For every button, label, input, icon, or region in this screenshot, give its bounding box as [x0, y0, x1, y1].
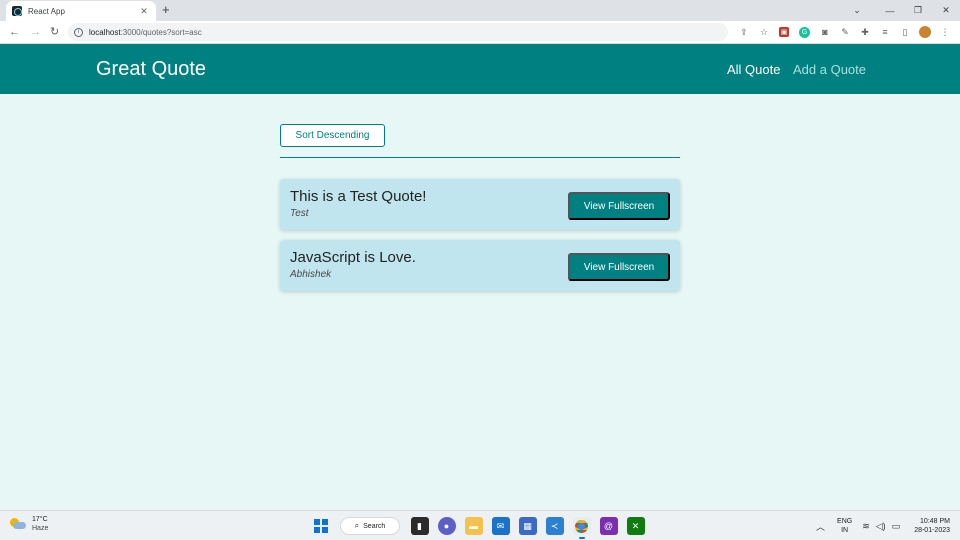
back-icon[interactable]: ←	[9, 25, 20, 39]
clock[interactable]: 10:48 PM 28-01-2023	[914, 517, 950, 535]
app-logo: Great Quote	[96, 58, 207, 80]
view-fullscreen-button[interactable]: View Fullscreen	[568, 192, 670, 220]
battery-icon[interactable]: ▭	[892, 521, 901, 532]
site-info-icon[interactable]: i	[74, 27, 83, 37]
wifi-icon[interactable]: ≋	[862, 521, 870, 532]
url-host: localhost	[89, 27, 121, 37]
weather-temp: 17°C	[32, 516, 48, 523]
lang-top: ENG	[837, 518, 853, 525]
reload-icon[interactable]: ↻	[50, 25, 59, 39]
react-favicon-icon	[12, 6, 22, 16]
close-tab-icon[interactable]: ✕	[138, 6, 150, 17]
extension-red-icon[interactable]: ▣	[779, 27, 789, 37]
quote-author: Test	[290, 208, 309, 219]
teams-chat-icon[interactable]: ●	[437, 517, 456, 535]
taskbar-apps: ⌕ Search ▮ ● ▬ ✉ ▦ ≺ @ ✕	[314, 516, 649, 539]
address-bar[interactable]: i localhost:3000/quotes?sort=asc	[68, 23, 728, 41]
system-tray: ︿ ENG IN ≋ ◁) ▭ 10:48 PM 28-01-2023	[816, 516, 950, 536]
share-icon[interactable]: ⇪	[734, 25, 754, 39]
quote-text: JavaScript is Love.	[290, 249, 416, 266]
app-purple-icon[interactable]: @	[599, 517, 618, 535]
browser-toolbar: ← → ↻ i localhost:3000/quotes?sort=asc ⇪…	[0, 21, 960, 44]
grammarly-icon[interactable]: G	[799, 26, 810, 38]
extension-toolbar: ⇪ ☆ ▣ G ◙ ✎ ✚ ≡ ▯ ⋮	[734, 25, 955, 39]
divider	[280, 157, 680, 158]
language-indicator[interactable]: ENG IN	[837, 517, 852, 535]
weather-haze-icon	[10, 518, 26, 530]
window-controls: ⌄ — ❐ ✕	[842, 0, 960, 21]
new-tab-button[interactable]: +	[162, 3, 170, 17]
extension-icon[interactable]: ✎	[835, 25, 855, 39]
search-label: Search	[363, 522, 386, 530]
taskbar-search[interactable]: ⌕ Search	[340, 517, 400, 535]
profile-avatar[interactable]	[919, 26, 931, 38]
url-text: localhost:3000/quotes?sort=asc	[89, 28, 202, 37]
xbox-icon[interactable]: ✕	[626, 517, 645, 535]
nav-add-quote[interactable]: Add a Quote	[793, 62, 866, 77]
task-view-icon[interactable]: ▮	[410, 517, 429, 535]
close-window-icon[interactable]: ✕	[932, 5, 960, 16]
show-hidden-icons[interactable]: ︿	[816, 520, 825, 533]
forward-icon[interactable]: →	[30, 25, 41, 39]
clock-time: 10:48 PM	[920, 518, 950, 525]
view-fullscreen-button[interactable]: View Fullscreen	[568, 253, 670, 281]
nav-all-quotes[interactable]: All Quote	[727, 62, 780, 77]
store-icon[interactable]: ▦	[518, 517, 537, 535]
url-path: :3000/quotes?sort=asc	[120, 27, 202, 37]
chrome-icon[interactable]	[572, 517, 591, 539]
mail-icon[interactable]: ✉	[491, 517, 510, 535]
windows-start-icon[interactable]	[314, 519, 328, 533]
weather-condition: Haze	[32, 525, 49, 532]
puzzle-icon[interactable]: ✚	[855, 25, 875, 39]
tab-title: React App	[28, 6, 65, 16]
quote-card: This is a Test Quote! Test View Fullscre…	[280, 179, 680, 230]
clock-date: 28-01-2023	[914, 527, 950, 534]
lang-bottom: IN	[841, 527, 849, 534]
quote-text: This is a Test Quote!	[290, 188, 427, 205]
bookmark-star-icon[interactable]: ☆	[754, 25, 774, 39]
side-panel-icon[interactable]: ▯	[895, 25, 915, 39]
quote-author: Abhishek	[290, 269, 332, 280]
tab-search-icon[interactable]: ⌄	[842, 5, 872, 16]
file-explorer-icon[interactable]: ▬	[464, 517, 483, 535]
restore-icon[interactable]: ❐	[904, 5, 932, 16]
reading-list-icon[interactable]: ≡	[875, 25, 895, 39]
menu-dots-icon[interactable]: ⋮	[935, 25, 955, 39]
sort-button[interactable]: Sort Descending	[280, 124, 385, 147]
taskbar: 17°C Haze ⌕ Search ▮ ● ▬ ✉ ▦ ≺ @ ✕ ︿ ENG…	[0, 510, 960, 540]
weather-widget[interactable]: 17°C Haze	[10, 515, 48, 533]
app-header: Great Quote All Quote Add a Quote	[0, 44, 960, 94]
vscode-icon[interactable]: ≺	[545, 517, 564, 535]
quote-card: JavaScript is Love. Abhishek View Fullsc…	[280, 240, 680, 291]
browser-tab[interactable]: React App ✕	[6, 1, 156, 21]
volume-icon[interactable]: ◁)	[876, 521, 886, 532]
weather-text: 17°C Haze	[32, 515, 48, 533]
browser-tab-bar: React App ✕ + ⌄ — ❐ ✕	[0, 0, 960, 21]
camera-icon[interactable]: ◙	[815, 25, 835, 39]
search-icon: ⌕	[354, 521, 360, 530]
minimize-icon[interactable]: —	[876, 6, 904, 16]
